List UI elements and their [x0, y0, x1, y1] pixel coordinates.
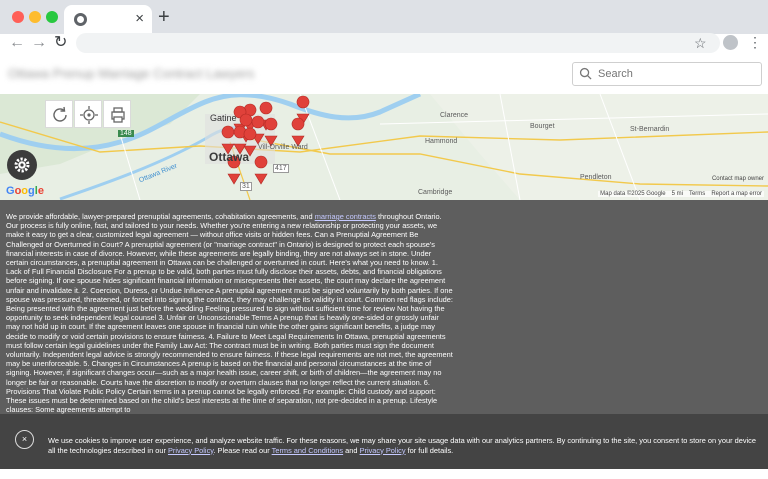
printer-icon [111, 107, 125, 123]
google-logo: Google [6, 185, 44, 197]
bookmark-star-icon[interactable]: ☆ [694, 34, 707, 52]
map-footer-bar: Map data ©2025 Google 5 mi Terms Report … [598, 191, 764, 197]
map-label-road-148: 148 [118, 130, 134, 137]
page-bottom [0, 469, 768, 479]
browser-window: × + ← → ↻ ☆ ⋮ Ottawa Prenup Marriage Con… [0, 0, 768, 479]
map-attribution: Map data ©2025 Google [600, 191, 666, 197]
terms-and-conditions-link[interactable]: Terms and Conditions [272, 446, 343, 455]
search-input[interactable]: Search [572, 62, 762, 86]
map-label-ottawa: Ottawa [209, 150, 250, 164]
reload-button[interactable]: ↻ [54, 34, 67, 52]
body-text: throughout Ontario. Our process is fully… [6, 212, 453, 414]
tab-strip: × + [0, 0, 768, 34]
new-tab-button[interactable]: + [158, 6, 170, 28]
search-icon [579, 67, 592, 80]
browser-tab[interactable]: × [64, 5, 152, 34]
web-page: Ottawa Prenup Marriage Contract Lawyers … [0, 54, 768, 479]
article-text: We provide affordable, lawyer-prepared p… [6, 212, 454, 414]
reload-map-button[interactable] [45, 100, 73, 128]
gear-icon [14, 157, 30, 173]
forward-button[interactable]: → [31, 34, 47, 52]
intro-text: We provide affordable, lawyer-prepared p… [6, 212, 315, 221]
map-label-st-bernardin: St-Bernardin [630, 126, 670, 133]
map-label-pendleton: Pendleton [580, 174, 612, 181]
refresh-icon [53, 106, 67, 122]
marriage-contracts-link[interactable]: marriage contracts [315, 212, 376, 221]
tab-close-icon[interactable]: × [135, 10, 144, 28]
map[interactable]: Ottawa Gatine Vill-Orville Ward Hammond … [0, 94, 768, 200]
site-header: Ottawa Prenup Marriage Contract Lawyers … [0, 54, 768, 94]
map-scale: 5 mi [671, 191, 683, 197]
map-label-gatineau: Gatine [210, 113, 237, 123]
map-label-clarence: Clarence [440, 112, 469, 119]
contact-map-owner-link[interactable]: Contact map owner [712, 176, 764, 182]
cookie-text-part: . Please read our [213, 445, 272, 455]
content-panel: We provide affordable, lawyer-prepared p… [0, 200, 768, 414]
privacy-policy-link-2[interactable]: Privacy Policy [360, 446, 406, 455]
cookie-banner: × We use cookies to improve user experie… [0, 414, 768, 469]
back-button[interactable]: ← [9, 34, 25, 52]
map-label-road-417: 417 [273, 164, 289, 173]
minimize-window-button[interactable] [29, 11, 41, 23]
map-terms-link[interactable]: Terms [689, 191, 705, 197]
cookie-text-part: and [343, 445, 360, 455]
map-label-hammond: Hammond [425, 138, 458, 145]
cookie-text: We use cookies to improve user experienc… [48, 436, 760, 455]
browser-menu-icon[interactable]: ⋮ [748, 33, 762, 51]
my-location-button[interactable] [74, 100, 102, 128]
search-placeholder: Search [598, 68, 633, 80]
profile-avatar[interactable] [723, 35, 738, 50]
site-title: Ottawa Prenup Marriage Contract Lawyers [8, 66, 255, 81]
settings-button[interactable] [7, 150, 37, 180]
map-label-road-31: 31 [240, 182, 252, 191]
map-label-cambridge: Cambridge [418, 189, 453, 196]
privacy-policy-link[interactable]: Privacy Policy [168, 446, 213, 455]
chrome-favicon-icon [74, 13, 87, 26]
maximize-window-button[interactable] [46, 11, 58, 23]
report-map-error-link[interactable]: Report a map error [711, 191, 762, 197]
address-bar[interactable] [76, 33, 720, 53]
map-label-bourget: Bourget [530, 123, 555, 130]
close-window-button[interactable] [12, 11, 24, 23]
crosshair-icon [80, 106, 98, 124]
cookie-text-part: for full details. [405, 445, 454, 455]
map-label-vanier: Vill-Orville Ward [258, 144, 308, 151]
print-map-button[interactable] [103, 100, 131, 128]
close-icon[interactable]: × [15, 430, 34, 449]
